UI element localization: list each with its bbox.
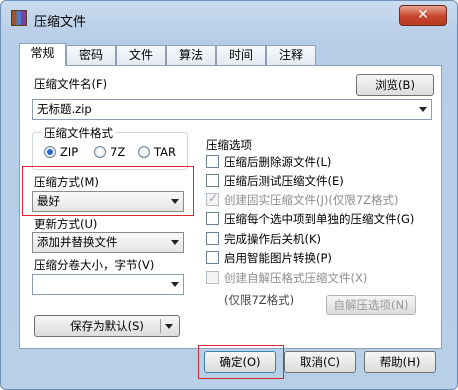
format-zip-label: ZIP bbox=[60, 145, 79, 159]
option-shutdown-label: 完成操作后关机(K) bbox=[224, 232, 322, 246]
chevron-down-icon[interactable] bbox=[171, 240, 179, 245]
option-shutdown-checkbox[interactable] bbox=[206, 232, 219, 245]
format-zip-radio[interactable] bbox=[44, 146, 56, 158]
window-title: 压缩文件 bbox=[34, 15, 87, 30]
winrar-app-icon bbox=[11, 10, 27, 26]
option-test-archive-checkbox[interactable] bbox=[206, 174, 219, 187]
cancel-button[interactable]: 取消(C) bbox=[284, 351, 356, 373]
sfx-options-button[interactable]: 自解压选项(N) bbox=[326, 295, 416, 315]
tab-algorithm[interactable]: 算法 bbox=[166, 45, 216, 65]
sfx-note: (仅限7Z格式) bbox=[224, 293, 295, 307]
format-7z-radio[interactable] bbox=[94, 146, 106, 158]
split-size-combo[interactable] bbox=[32, 274, 184, 295]
option-solid-archive-label: 创建固实压缩文件(J)(仅限7Z格式) bbox=[224, 193, 399, 207]
general-panel: 压缩文件名(F) 浏览(B) 无标题.zip 压缩文件格式 ZIP 7Z TAR… bbox=[19, 65, 442, 349]
title-bar[interactable]: 压缩文件 ✕ bbox=[1, 1, 457, 35]
browse-button[interactable]: 浏览(B) bbox=[356, 74, 434, 96]
chevron-down-icon[interactable] bbox=[171, 282, 179, 287]
save-default-label: 保存为默认(S) bbox=[70, 319, 144, 333]
option-smart-image-label: 启用智能图片转换(P) bbox=[224, 251, 332, 265]
archive-name-value: 无标题.zip bbox=[37, 102, 92, 116]
split-divider bbox=[160, 319, 161, 333]
option-smart-image-checkbox[interactable] bbox=[206, 251, 219, 264]
option-delete-source-label: 压缩后删除源文件(L) bbox=[224, 155, 332, 169]
format-group-title: 压缩文件格式 bbox=[41, 125, 116, 141]
format-tar-radio[interactable] bbox=[138, 146, 150, 158]
options-group-title: 压缩选项 bbox=[203, 137, 255, 153]
ok-highlight-box bbox=[198, 345, 284, 379]
update-mode-value: 添加并替换文件 bbox=[37, 235, 118, 249]
close-button[interactable]: ✕ bbox=[399, 5, 447, 26]
option-solid-archive-checkbox[interactable] bbox=[206, 191, 219, 206]
save-default-button[interactable]: 保存为默认(S) bbox=[34, 315, 180, 337]
option-sfx-checkbox[interactable] bbox=[206, 271, 219, 284]
tab-general[interactable]: 常规 bbox=[19, 43, 66, 66]
format-tar-label: TAR bbox=[154, 145, 176, 159]
chevron-down-icon[interactable] bbox=[419, 107, 427, 112]
option-sfx-label: 创建自解压格式压缩文件(X) bbox=[224, 271, 368, 285]
tab-files[interactable]: 文件 bbox=[116, 45, 166, 65]
update-mode-select[interactable]: 添加并替换文件 bbox=[32, 232, 184, 253]
tab-time[interactable]: 时间 bbox=[216, 45, 266, 65]
tab-password[interactable]: 密码 bbox=[66, 45, 116, 65]
archive-name-combo[interactable]: 无标题.zip bbox=[32, 99, 432, 120]
option-separate-archives-label: 压缩每个选中项到单独的压缩文件(G) bbox=[224, 212, 415, 226]
method-highlight-box bbox=[22, 166, 194, 216]
option-separate-archives-checkbox[interactable] bbox=[206, 212, 219, 225]
option-test-archive-label: 压缩后测试压缩文件(E) bbox=[224, 174, 344, 188]
format-7z-label: 7Z bbox=[110, 145, 126, 159]
tab-comment[interactable]: 注释 bbox=[266, 45, 316, 65]
help-button[interactable]: 帮助(H) bbox=[364, 351, 436, 373]
archive-name-label: 压缩文件名(F) bbox=[34, 77, 108, 91]
compress-dialog: 压缩文件 ✕ 常规 密码 文件 算法 时间 注释 压缩文件名(F) 浏览(B) … bbox=[0, 0, 458, 390]
dropdown-arrow-icon[interactable] bbox=[165, 324, 173, 329]
option-delete-source-checkbox[interactable] bbox=[206, 155, 219, 168]
update-mode-label: 更新方式(U) bbox=[34, 217, 98, 231]
split-size-label: 压缩分卷大小，字节(V) bbox=[34, 258, 155, 272]
